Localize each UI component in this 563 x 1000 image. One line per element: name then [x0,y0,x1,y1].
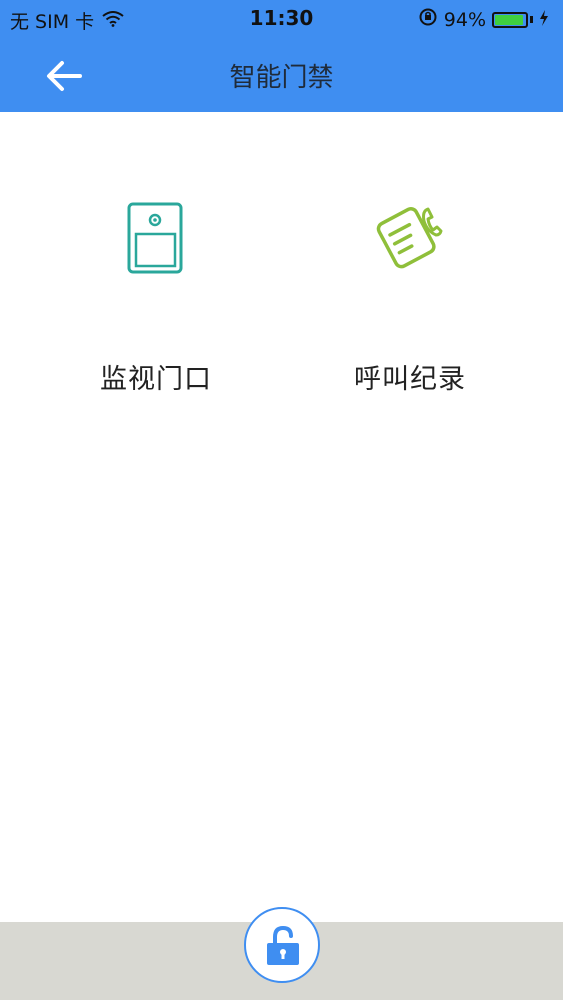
unlock-button[interactable] [244,907,320,983]
header: 无 SIM 卡 11:30 94% 智能门禁 [0,0,563,112]
tile-monitor-door[interactable]: 监视门口 [56,195,256,415]
battery-tip [530,16,533,23]
charging-bolt-icon [539,9,549,31]
tile-call-record[interactable]: 呼叫纪录 [310,195,510,415]
battery-percent: 94% [443,8,486,31]
battery-icon [492,11,528,28]
page-title: 智能门禁 [229,63,334,93]
status-bar: 无 SIM 卡 11:30 94% [0,0,563,38]
call-record-icon [310,199,510,275]
orientation-lock-icon [418,7,438,32]
nav-bar: 智能门禁 [0,38,563,112]
door-monitor-icon [56,201,256,277]
tile-label: 呼叫纪录 [354,364,466,395]
status-right: 94% [418,7,549,32]
tile-label: 监视门口 [100,364,212,395]
